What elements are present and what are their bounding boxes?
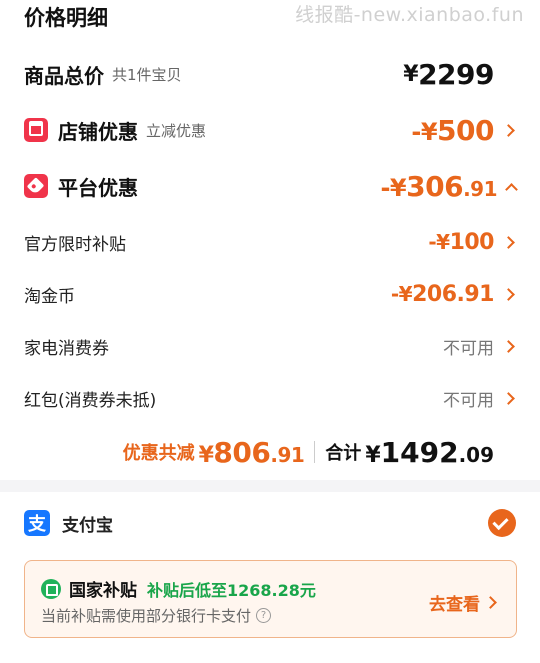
checkmark-selected-icon[interactable] — [488, 509, 516, 537]
national-subsidy-card[interactable]: 国家补贴 补贴后低至1268.28元 当前补贴需使用部分银行卡支付 ? 去查看 — [24, 560, 517, 638]
platform-discount-amount: -¥306.91 — [380, 169, 497, 203]
item-status: 不可用 — [443, 390, 494, 411]
help-icon[interactable]: ? — [256, 608, 272, 623]
item-row-official-subsidy[interactable]: 官方限时补贴 -¥100 — [0, 224, 540, 260]
product-total-currency: ¥ — [403, 61, 419, 87]
item-amount: -¥206.91 — [390, 281, 495, 307]
product-total-label: 商品总价 — [24, 63, 104, 88]
item-label: 红包(消费券未抵) — [24, 390, 157, 411]
subsidy-title: 国家补贴 — [69, 581, 137, 601]
chevron-right-icon — [502, 339, 515, 353]
page-title: 价格明细 — [24, 6, 108, 30]
chevron-up-icon — [505, 182, 518, 196]
product-count: 共1件宝贝 — [112, 65, 182, 84]
subsidy-highlight: 补贴后低至1268.28元 — [147, 580, 316, 600]
section-divider — [0, 480, 540, 492]
totals-row: 优惠共减 ¥806.91 合计 ¥1492.09 — [0, 432, 540, 472]
payment-option-alipay[interactable]: 支 支付宝 — [0, 505, 540, 541]
tag-icon — [24, 174, 48, 198]
chevron-right-icon — [502, 391, 515, 405]
product-total-amount: 2299 — [418, 57, 494, 91]
platform-discount-row[interactable]: 平台优惠 -¥306.91 — [0, 166, 540, 206]
item-row-appliance-coupon[interactable]: 家电消费券 不可用 — [0, 328, 540, 364]
store-discount-sub: 立减优惠 — [146, 121, 207, 140]
payment-label: 支付宝 — [62, 515, 113, 536]
chevron-right-icon — [484, 596, 497, 609]
view-subsidy-button[interactable]: 去查看 — [429, 590, 498, 615]
store-discount-label: 店铺优惠 — [58, 119, 138, 144]
item-label: 官方限时补贴 — [24, 234, 126, 255]
alipay-icon: 支 — [24, 510, 50, 536]
discount-total-label: 优惠共减 — [122, 443, 195, 464]
watermark: 线报酷-new.xianbao.fun — [295, 4, 524, 26]
divider — [314, 441, 316, 463]
store-discount-row[interactable]: 店铺优惠 立减优惠 -¥500 — [0, 110, 540, 150]
item-row-red-packet[interactable]: 红包(消费券未抵) 不可用 — [0, 380, 540, 416]
chevron-right-icon — [502, 123, 515, 137]
item-label: 淘金币 — [24, 286, 75, 307]
view-subsidy-label: 去查看 — [429, 595, 480, 615]
chevron-right-icon — [502, 287, 515, 301]
subsidy-note: 当前补贴需使用部分银行卡支付 — [41, 607, 252, 625]
house-icon — [41, 578, 61, 599]
platform-discount-label: 平台优惠 — [58, 175, 138, 200]
item-amount: -¥100 — [428, 229, 494, 255]
sum-label: 合计 — [325, 443, 362, 464]
product-total-row: 商品总价 共1件宝贝 ¥ 2299 — [0, 54, 540, 94]
item-label: 家电消费券 — [24, 338, 109, 359]
store-discount-amount: -¥500 — [411, 113, 494, 147]
chevron-right-icon — [502, 235, 515, 249]
sum-amount: ¥1492.09 — [365, 435, 494, 469]
store-icon — [24, 118, 48, 142]
item-row-taojinbi[interactable]: 淘金币 -¥206.91 — [0, 276, 540, 312]
item-status: 不可用 — [443, 338, 494, 359]
discount-total-amount: ¥806.91 — [198, 435, 305, 469]
